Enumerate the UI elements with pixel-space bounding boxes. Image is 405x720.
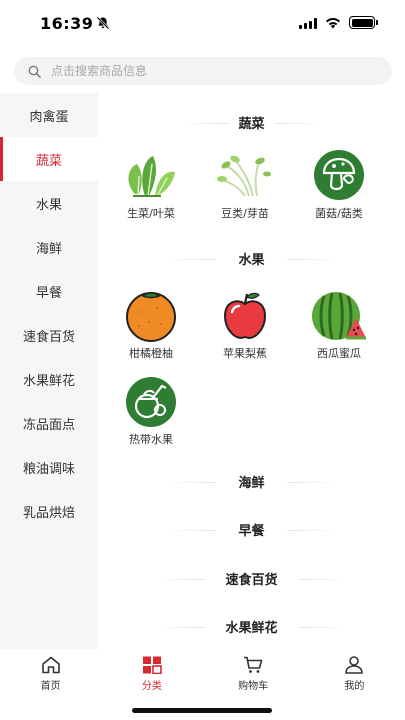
tab-label: 分类 <box>141 681 162 692</box>
tab-label: 我的 <box>344 681 365 692</box>
sidebar-item-grain-oil[interactable]: 粮油调味 <box>0 445 98 489</box>
orange-icon <box>126 292 176 342</box>
category-sidebar: 肉禽蛋 蔬菜 水果 海鲜 早餐 速食百货 水果鲜花 冻品面点 粮油调味 乳品烘焙 <box>0 93 98 649</box>
section-title-vegetables: 蔬菜 <box>98 113 405 132</box>
sidebar-item-instant-food[interactable]: 速食百货 <box>0 313 98 357</box>
subcategory-bean-sprouts[interactable]: 豆类/芽苗 <box>205 147 285 221</box>
sidebar-item-meat[interactable]: 肉禽蛋 <box>0 93 98 137</box>
sidebar-item-label: 水果 <box>35 197 62 213</box>
subcategory-label: 柑橘橙柚 <box>129 347 173 360</box>
bottom-tab-bar: 首页 分类 购物车 我的 <box>0 649 405 699</box>
subcategory-melon[interactable]: 西瓜蜜瓜 <box>299 287 379 361</box>
subcategory-label: 西瓜蜜瓜 <box>317 347 361 360</box>
section-title-fruit: 水果 <box>98 249 405 268</box>
cart-icon <box>244 656 263 673</box>
status-bar: 16:39 <box>0 0 405 46</box>
subcategory-label: 热带水果 <box>129 433 173 446</box>
search-input[interactable] <box>51 64 351 78</box>
subcategory-label: 苹果梨蕉 <box>223 347 267 360</box>
sidebar-item-seafood[interactable]: 海鲜 <box>0 225 98 269</box>
subcategory-label: 菌菇/菇类 <box>315 207 363 220</box>
section-title-seafood: 海鲜 <box>98 472 405 491</box>
category-icon <box>142 656 162 674</box>
bell-off-icon <box>96 16 110 30</box>
section-title-fruit-flowers: 水果鲜花 <box>98 617 405 636</box>
tab-label: 购物车 <box>238 681 269 692</box>
apple-icon <box>223 292 267 340</box>
sidebar-item-label: 肉禽蛋 <box>29 109 69 125</box>
status-time: 16:39 <box>40 14 94 33</box>
sidebar-item-label: 早餐 <box>35 285 62 301</box>
cellular-signal-icon <box>299 17 317 29</box>
subcategory-apple-pear-banana[interactable]: 苹果梨蕉 <box>205 287 285 361</box>
user-icon <box>345 656 364 674</box>
sidebar-item-vegetables[interactable]: 蔬菜 <box>0 137 98 181</box>
home-indicator <box>132 708 272 713</box>
sidebar-item-label: 水果鲜花 <box>22 373 75 389</box>
sidebar-item-label: 海鲜 <box>35 241 62 257</box>
sidebar-item-frozen[interactable]: 冻品面点 <box>0 401 98 445</box>
watermelon-icon <box>312 292 366 340</box>
sidebar-item-dairy-bakery[interactable]: 乳品烘焙 <box>0 489 98 533</box>
sidebar-item-fruit-flowers[interactable]: 水果鲜花 <box>0 357 98 401</box>
tab-category[interactable]: 分类 <box>101 649 202 699</box>
subcategory-label: 豆类/芽苗 <box>221 207 269 220</box>
mushroom-icon <box>314 150 364 200</box>
category-content: 蔬菜 生菜/叶菜 豆类/芽苗 菌菇/菇类 水果 柑橘橙柚 苹果梨蕉 西瓜蜜瓜 热… <box>98 93 405 649</box>
tab-cart[interactable]: 购物车 <box>203 649 304 699</box>
leafy-greens-icon <box>128 156 175 197</box>
section-title-breakfast: 早餐 <box>98 520 405 539</box>
sidebar-item-label: 冻品面点 <box>22 417 75 433</box>
search-bar[interactable] <box>14 57 392 85</box>
wifi-icon <box>326 17 340 28</box>
tab-label: 首页 <box>40 681 61 692</box>
subcategory-citrus[interactable]: 柑橘橙柚 <box>111 287 191 361</box>
subcategory-leafy-greens[interactable]: 生菜/叶菜 <box>111 147 191 221</box>
subcategory-mushroom[interactable]: 菌菇/菇类 <box>299 147 379 221</box>
sidebar-item-label: 速食百货 <box>22 329 75 345</box>
section-title-instant-food: 速食百货 <box>98 569 405 588</box>
sidebar-item-breakfast[interactable]: 早餐 <box>0 269 98 313</box>
sidebar-item-label: 乳品烘焙 <box>22 505 75 521</box>
tab-profile[interactable]: 我的 <box>304 649 405 699</box>
tab-home[interactable]: 首页 <box>0 649 101 699</box>
battery-icon <box>349 16 378 29</box>
bean-sprouts-icon <box>217 155 271 197</box>
sidebar-item-label: 蔬菜 <box>35 153 62 169</box>
search-icon <box>28 65 41 78</box>
subcategory-tropical[interactable]: 热带水果 <box>111 373 191 447</box>
home-icon <box>41 656 60 674</box>
coconut-icon <box>126 377 176 427</box>
sidebar-item-fruit[interactable]: 水果 <box>0 181 98 225</box>
subcategory-label: 生菜/叶菜 <box>127 207 175 220</box>
sidebar-item-label: 粮油调味 <box>22 461 75 477</box>
